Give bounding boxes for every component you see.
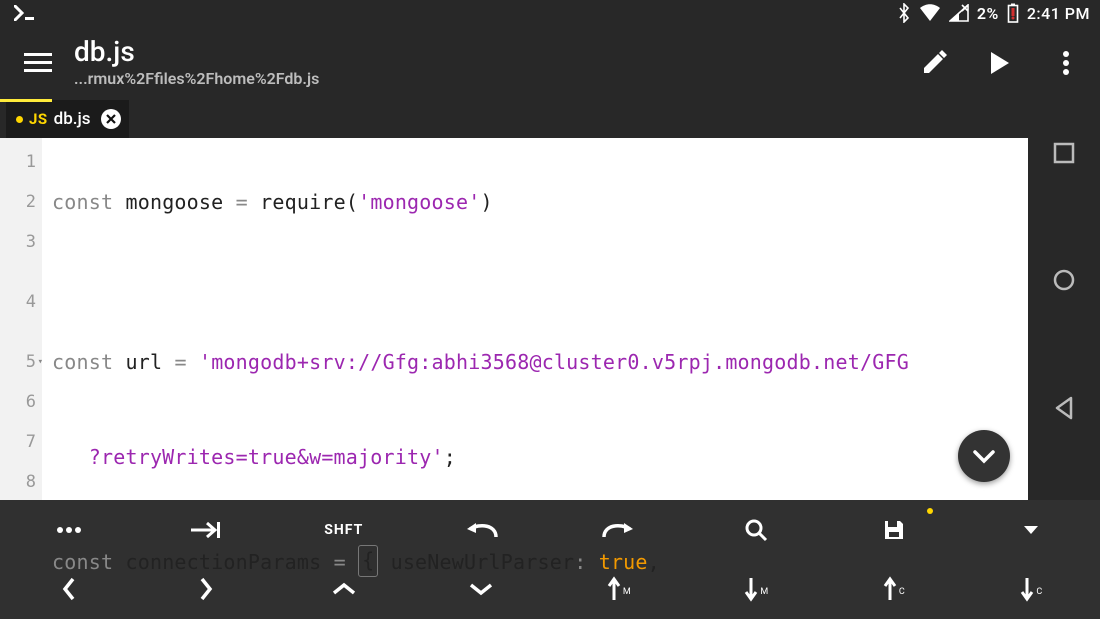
extra-keys-bar: SHFT M M C C <box>0 500 1100 619</box>
extra-save-button[interactable] <box>825 500 963 560</box>
terminal-prompt-icon <box>14 5 38 21</box>
js-badge: JS <box>29 110 48 128</box>
appbar: db.js ...rmux%2Ffiles%2Fhome%2Fdb.js <box>0 26 1100 100</box>
extra-move-up-button[interactable]: M <box>550 560 688 619</box>
code-content[interactable]: const mongoose = require('mongoose') con… <box>42 138 1028 500</box>
statusbar: 2% 2:41 PM <box>0 0 1100 26</box>
appbar-title: db.js <box>74 37 319 68</box>
extra-copy-down-button[interactable]: C <box>963 560 1100 619</box>
tab-indicator <box>0 99 52 102</box>
system-nav <box>1028 138 1100 500</box>
extra-copy-up-button[interactable]: C <box>825 560 963 619</box>
nav-recents-icon[interactable] <box>1053 142 1075 168</box>
battery-icon <box>1007 3 1019 23</box>
tab-filename: db.js <box>54 109 91 129</box>
extra-shift-button[interactable]: SHFT <box>275 500 413 560</box>
nav-back-icon[interactable] <box>1053 396 1075 424</box>
extra-redo-button[interactable] <box>550 500 688 560</box>
extra-undo-button[interactable] <box>413 500 551 560</box>
play-button[interactable] <box>978 41 1022 85</box>
extra-tab-button[interactable] <box>138 500 276 560</box>
battery-pct: 2% <box>977 4 999 23</box>
extra-search-button[interactable] <box>688 500 826 560</box>
signal-icon <box>949 4 969 22</box>
file-tab[interactable]: JS db.js <box>6 100 129 138</box>
clock: 2:41 PM <box>1027 4 1090 23</box>
collapse-keyboard-button[interactable] <box>958 430 1010 482</box>
line-gutter: 1 2 3 4 5 6 7 8 <box>0 138 42 500</box>
bluetooth-icon <box>897 3 911 23</box>
modified-dot-icon <box>16 116 23 123</box>
code-editor[interactable]: 1 2 3 4 5 6 7 8 const mongoose = require… <box>0 138 1028 500</box>
overflow-menu-button[interactable] <box>1044 41 1088 85</box>
hamburger-menu-icon[interactable] <box>16 41 60 85</box>
extra-left-button[interactable] <box>0 560 138 619</box>
extra-up-button[interactable] <box>275 560 413 619</box>
close-tab-button[interactable] <box>101 109 121 129</box>
extra-down-button[interactable] <box>413 560 551 619</box>
nav-home-icon[interactable] <box>1052 268 1076 296</box>
extra-dropdown-button[interactable] <box>963 500 1100 560</box>
extra-right-button[interactable] <box>138 560 276 619</box>
appbar-subtitle: ...rmux%2Ffiles%2Fhome%2Fdb.js <box>74 70 319 88</box>
unsaved-dot-icon <box>927 508 933 514</box>
extra-move-down-button[interactable]: M <box>688 560 826 619</box>
wifi-icon <box>919 4 941 22</box>
edit-button[interactable] <box>912 41 956 85</box>
tab-row: JS db.js <box>0 100 1100 138</box>
extra-more-button[interactable] <box>0 500 138 560</box>
